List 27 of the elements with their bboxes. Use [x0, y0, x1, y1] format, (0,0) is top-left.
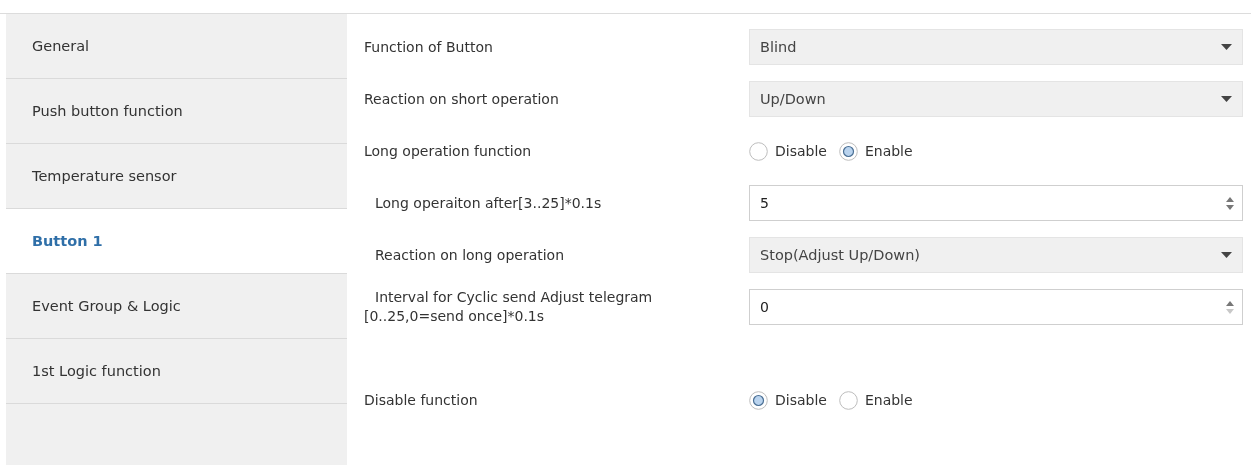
dropdown[interactable]: Blind: [749, 29, 1243, 65]
parameter-label: Reaction on long operation: [374, 245, 566, 265]
spin-up-icon: [1226, 196, 1234, 202]
sidebar-item[interactable]: 1st Logic function: [6, 339, 347, 404]
sidebar-item[interactable]: Temperature sensor: [6, 144, 347, 209]
parameter-label: Long operaiton after[3..25]*0.1s: [374, 193, 603, 213]
radio-option[interactable]: Disable: [749, 141, 827, 161]
dropdown[interactable]: Stop(Adjust Up/Down): [749, 237, 1243, 273]
radio-option[interactable]: Disable: [749, 390, 827, 410]
number-field[interactable]: 0: [749, 289, 1243, 325]
dropdown-arrow-icon: [1221, 44, 1232, 50]
parameter-label: Disable function: [364, 391, 479, 410]
radio-option[interactable]: Enable: [838, 141, 913, 161]
dropdown[interactable]: Up/Down: [749, 81, 1243, 117]
parameter-label: Interval for Cyclic send Adjust telegram [0..25,0=send once]*0.1s: [364, 288, 654, 326]
dropdown-arrow-icon: [1221, 252, 1232, 258]
dropdown-arrow-icon: [1221, 96, 1232, 102]
parameter-label: Reaction on short operation: [364, 89, 560, 109]
radio-option[interactable]: Enable: [838, 390, 913, 410]
parameter-label: Function of Button: [364, 37, 494, 57]
sidebar-item[interactable]: Push button function: [6, 79, 347, 144]
spin-up-icon: [1226, 300, 1234, 306]
parameter-label: Long operation function: [364, 141, 533, 161]
sidebar-item[interactable]: General: [6, 14, 347, 79]
number-field[interactable]: 5: [749, 185, 1243, 221]
sidebar-item[interactable]: Event Group & Logic: [6, 274, 347, 339]
sidebar-item[interactable]: Button 1: [6, 209, 347, 274]
